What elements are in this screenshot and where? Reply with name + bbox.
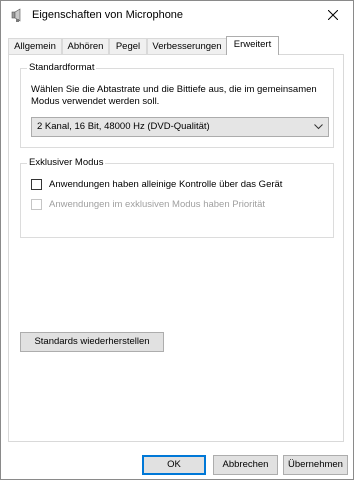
exclusive-mode-legend: Exklusiver Modus <box>27 157 106 168</box>
standardformat-description: Wählen Sie die Abtastrate und die Bittie… <box>31 84 317 107</box>
exclusive-control-label[interactable]: Anwendungen haben alleinige Kontrolle üb… <box>49 179 282 191</box>
standardformat-group: Standardformat Wählen Sie die Abtastrate… <box>20 62 334 148</box>
cancel-button[interactable]: Abbrechen <box>213 455 278 475</box>
close-button[interactable] <box>313 1 353 29</box>
format-dropdown[interactable]: 2 Kanal, 16 Bit, 48000 Hz (DVD-Qualität) <box>31 117 329 137</box>
properties-dialog: Eigenschaften von Microphone Allgemein A… <box>0 0 354 480</box>
tab-strip: Allgemein Abhören Pegel Verbesserungen E… <box>8 36 343 55</box>
restore-defaults-button[interactable]: Standards wiederherstellen <box>20 332 164 352</box>
ok-button[interactable]: OK <box>142 455 206 475</box>
standardformat-legend: Standardformat <box>27 62 97 73</box>
tab-panel-erweitert: Standardformat Wählen Sie die Abtastrate… <box>8 54 344 442</box>
tab-erweitert[interactable]: Erweitert <box>226 36 279 55</box>
tab-abhoeren[interactable]: Abhören <box>62 38 109 54</box>
window-title: Eigenschaften von Microphone <box>32 9 184 21</box>
exclusive-control-checkbox[interactable] <box>31 179 42 190</box>
close-icon <box>328 10 338 20</box>
format-dropdown-value: 2 Kanal, 16 Bit, 48000 Hz (DVD-Qualität) <box>37 121 210 132</box>
exclusive-mode-group: Exklusiver Modus Anwendungen haben allei… <box>20 157 334 238</box>
tab-allgemein[interactable]: Allgemein <box>8 38 62 54</box>
apply-button[interactable]: Übernehmen <box>283 455 348 475</box>
title-bar[interactable]: Eigenschaften von Microphone <box>1 1 353 29</box>
exclusive-priority-checkbox <box>31 199 42 210</box>
tab-pegel[interactable]: Pegel <box>109 38 147 54</box>
speaker-icon <box>11 8 23 22</box>
chevron-down-icon <box>314 124 323 130</box>
tab-verbesserungen[interactable]: Verbesserungen <box>147 38 227 54</box>
exclusive-priority-label: Anwendungen im exklusiven Modus haben Pr… <box>49 199 265 210</box>
